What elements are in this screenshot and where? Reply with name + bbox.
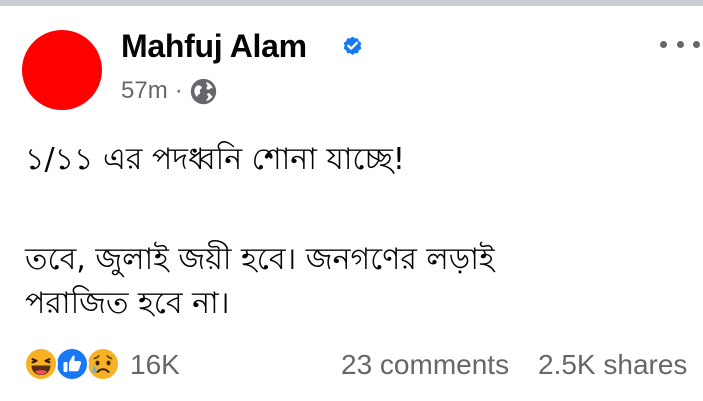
avatar[interactable] — [22, 30, 102, 110]
verified-badge-icon — [343, 36, 362, 55]
shares-link[interactable]: 2.5K shares — [538, 348, 687, 382]
post-text-line-2: তবে, জুলাই জয়ী হবে। জনগণের লড়াই — [25, 242, 495, 277]
comments-link[interactable]: 23 comments — [341, 348, 509, 382]
reaction-count[interactable]: 16K — [130, 348, 180, 382]
post-text-line-1: ১/১১ এর পদধ্বনি শোনা যাচ্ছে! — [25, 142, 405, 177]
author-name[interactable]: Mahfuj Alam — [121, 26, 307, 66]
sad-icon — [86, 347, 120, 381]
more-options-icon[interactable] — [660, 33, 700, 55]
more-dot — [660, 40, 667, 48]
post-timestamp[interactable]: 57m — [121, 77, 168, 105]
top-divider — [0, 0, 703, 6]
post-meta: 57m · — [121, 74, 218, 108]
post-text-line-3: পরাজিত হবে না। — [25, 286, 230, 321]
more-dot — [693, 40, 700, 48]
like-icon — [55, 347, 89, 381]
globe-icon[interactable] — [189, 77, 218, 106]
haha-icon — [24, 347, 58, 381]
reaction-icons[interactable] — [23, 346, 123, 382]
more-dot — [676, 40, 684, 48]
meta-separator: · — [174, 77, 183, 104]
